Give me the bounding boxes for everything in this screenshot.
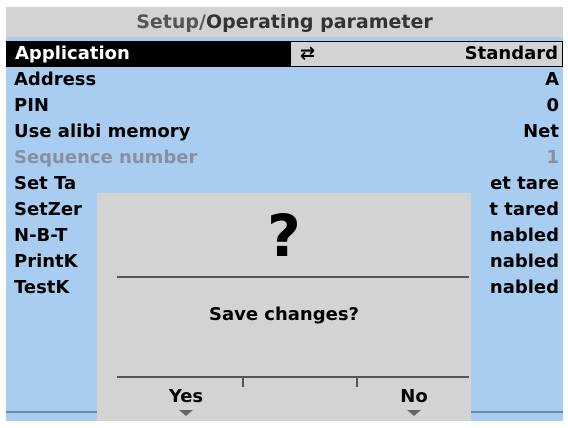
dialog-message: Save changes? [208, 304, 359, 325]
param-row-pin[interactable]: PIN 0 [6, 94, 563, 120]
title-bar: Setup/Operating parameter [6, 7, 563, 37]
param-value: t tared [489, 199, 559, 220]
param-value: et tare [490, 173, 559, 194]
param-row-address[interactable]: Address A [6, 68, 563, 94]
softkey-separator [356, 378, 358, 387]
breadcrumb-separator: / [199, 11, 206, 33]
param-label: Address [14, 69, 97, 90]
param-row-application[interactable]: Application ⇄ Standard [6, 41, 563, 67]
softkey-bar-line [117, 376, 469, 378]
yes-button[interactable]: Yes [141, 386, 231, 407]
param-value: A [545, 69, 559, 90]
device-screen: Setup/Operating parameter Application ⇄ … [6, 7, 563, 421]
param-value: Standard [464, 43, 558, 64]
softkey-separator [242, 378, 244, 387]
dialog-divider [117, 276, 469, 278]
yes-softkey-arrow-icon [179, 410, 193, 416]
param-row-sequence-number: Sequence number 1 [6, 146, 563, 172]
breadcrumb-current: Operating parameter [205, 11, 433, 33]
toggle-arrows-icon: ⇄ [300, 43, 316, 64]
param-value: nabled [489, 251, 559, 272]
param-label: PIN [14, 95, 49, 116]
question-icon: ? [267, 202, 301, 270]
save-changes-dialog: ? Save changes? Yes No [97, 193, 471, 421]
param-label: SetZer [14, 199, 82, 220]
param-label: TestK [14, 277, 70, 298]
no-softkey-arrow-icon [407, 410, 421, 416]
param-value: nabled [489, 225, 559, 246]
param-label: Sequence number [14, 147, 198, 168]
no-button[interactable]: No [369, 386, 459, 407]
param-label: Application [7, 41, 291, 67]
param-label: Use alibi memory [14, 121, 191, 142]
param-value: 0 [546, 95, 559, 116]
param-value: Net [523, 121, 559, 142]
param-label: N-B-T [14, 225, 68, 246]
param-value: nabled [489, 277, 559, 298]
param-label: Set Ta [14, 173, 77, 194]
breadcrumb: Setup/Operating parameter [6, 11, 563, 33]
param-value: 1 [546, 147, 559, 168]
param-label: PrintK [14, 251, 78, 272]
breadcrumb-parent[interactable]: Setup [136, 11, 199, 33]
param-row-alibi-memory[interactable]: Use alibi memory Net [6, 120, 563, 146]
